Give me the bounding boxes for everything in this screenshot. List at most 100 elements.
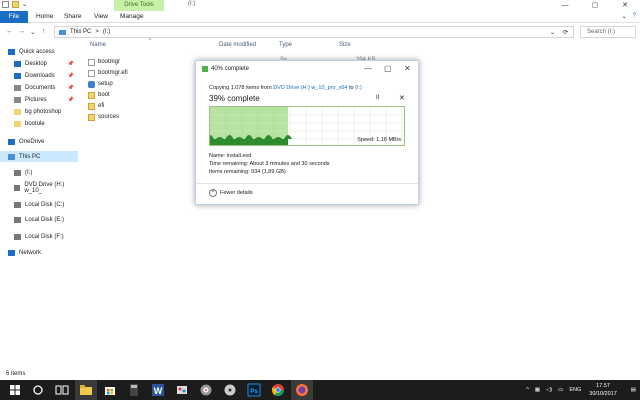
- store-icon[interactable]: [103, 383, 117, 397]
- sidebar-item-downloads[interactable]: Downloads 📌: [0, 70, 78, 81]
- copying-to: to: [347, 85, 356, 91]
- time-remaining: Time remaining: About 3 minutes and 30 s…: [209, 161, 330, 167]
- windows-start-icon[interactable]: [8, 383, 22, 397]
- file-name: setup: [98, 81, 113, 87]
- close-button[interactable]: ✕: [610, 0, 640, 11]
- speed-readout: Speed: 1,18 MB/s: [357, 137, 401, 143]
- minimize-button[interactable]: —: [550, 0, 580, 11]
- tab-home[interactable]: Home: [30, 11, 59, 23]
- pictures-icon: [14, 96, 21, 103]
- tab-view[interactable]: View: [88, 11, 114, 23]
- star-icon: [8, 48, 15, 55]
- action-center-icon[interactable]: ▤: [631, 387, 636, 393]
- breadcrumb-drive[interactable]: (I:): [103, 29, 110, 35]
- tab-share[interactable]: Share: [58, 11, 87, 23]
- network-icon: [8, 249, 15, 256]
- sidebar-item-bg-photoshop[interactable]: bg photoshop: [0, 106, 78, 117]
- folder-icon: [14, 120, 21, 127]
- column-header-name[interactable]: Name: [90, 42, 106, 48]
- destination-link[interactable]: (I:): [355, 85, 362, 91]
- drive-tools-contextual-tab: Drive Tools: [114, 0, 164, 11]
- column-header-type[interactable]: Type: [279, 42, 292, 48]
- breadcrumb-separator: >: [95, 29, 99, 35]
- file-row[interactable]: efi: [88, 101, 104, 111]
- taskbar: W Ps ^ ▦ ◁) ▭ ENG 17.57 30/10/2017 ▤: [0, 380, 640, 400]
- percent-complete: 39% complete: [209, 94, 260, 103]
- sidebar-item-this-pc[interactable]: This PC: [0, 151, 78, 162]
- window-controls: — ▢ ✕: [550, 0, 640, 11]
- disc-burn-icon[interactable]: [223, 383, 237, 397]
- sidebar-item-label: Downloads: [25, 72, 55, 79]
- breadcrumb-this-pc[interactable]: This PC: [70, 29, 91, 35]
- computer-icon: [8, 153, 15, 160]
- clock[interactable]: 17.57 30/10/2017: [589, 382, 617, 398]
- sidebar-item-local-disk-e[interactable]: Local Disk (E:): [0, 214, 78, 225]
- file-row[interactable]: sources: [88, 112, 119, 122]
- sidebar-item-onedrive[interactable]: OneDrive: [0, 136, 78, 147]
- dialog-minimize-button[interactable]: —: [364, 64, 372, 73]
- column-header-date[interactable]: Date modified: [219, 42, 256, 48]
- input-language[interactable]: ENG: [569, 387, 581, 393]
- show-hidden-icons-icon[interactable]: ^: [526, 387, 529, 393]
- maximize-button[interactable]: ▢: [580, 0, 610, 11]
- file-row[interactable]: boot: [88, 90, 110, 100]
- sidebar-item-local-disk-c[interactable]: Local Disk (C:): [0, 199, 78, 210]
- fewer-details-button[interactable]: ^ Fewer details: [209, 189, 253, 197]
- calculator-icon[interactable]: [127, 383, 141, 397]
- media-player-icon[interactable]: [199, 383, 213, 397]
- pin-icon: 📌: [67, 96, 74, 103]
- address-box[interactable]: This PC > (I:) ⌄ ⟳: [54, 26, 574, 38]
- photoshop-icon[interactable]: Ps: [247, 383, 261, 397]
- sidebar-item-label: Network: [19, 249, 42, 256]
- status-bar: 6 items: [6, 371, 26, 377]
- stop-button[interactable]: ✕: [399, 94, 405, 102]
- network-icon[interactable]: ▦: [535, 387, 540, 393]
- search-icon[interactable]: [31, 383, 45, 397]
- sidebar-item-bootule[interactable]: bootule: [0, 118, 78, 129]
- new-folder-icon[interactable]: [12, 1, 19, 8]
- chrome-icon[interactable]: [271, 383, 285, 397]
- search-input[interactable]: Search (I:): [580, 26, 636, 38]
- sidebar-item-pictures[interactable]: Pictures 📌: [0, 94, 78, 105]
- word-icon[interactable]: W: [151, 383, 165, 397]
- forward-icon[interactable]: →: [18, 28, 25, 35]
- help-icon[interactable]: ?: [633, 13, 636, 20]
- sidebar-item-network[interactable]: Network: [0, 247, 78, 258]
- file-row[interactable]: bootmgr: [88, 57, 120, 67]
- up-icon[interactable]: ↑: [42, 28, 46, 35]
- battery-icon[interactable]: ▭: [558, 387, 563, 393]
- sidebar-item-label: DVD Drive (H:) w_10_: [24, 181, 65, 194]
- tab-file[interactable]: File: [0, 11, 28, 23]
- computer-icon: [59, 29, 66, 35]
- chevron-up-icon: ^: [209, 189, 217, 197]
- file-row[interactable]: bootmgr.efi: [88, 68, 128, 78]
- volume-icon[interactable]: ◁): [546, 387, 552, 393]
- back-icon[interactable]: ←: [6, 28, 13, 35]
- customize-qat-icon[interactable]: ⌄: [22, 1, 27, 8]
- sidebar-item-label: This PC: [19, 153, 41, 160]
- dialog-maximize-button[interactable]: ▢: [384, 64, 392, 73]
- file-explorer-icon[interactable]: [79, 383, 93, 397]
- address-dropdown-icon[interactable]: ⌄: [550, 29, 555, 36]
- sidebar-item-i[interactable]: (I:): [0, 167, 78, 178]
- expand-ribbon-icon[interactable]: ⌄: [622, 13, 627, 20]
- save-icon[interactable]: [2, 1, 9, 8]
- refresh-icon[interactable]: ⟳: [563, 29, 568, 36]
- folder-icon: [88, 91, 95, 99]
- recent-locations-icon[interactable]: ⌄: [30, 28, 36, 36]
- pause-button[interactable]: II: [376, 95, 379, 101]
- sidebar-item-desktop[interactable]: Desktop 📌: [0, 58, 78, 69]
- firefox-icon[interactable]: [295, 383, 309, 397]
- tab-manage[interactable]: Manage: [114, 11, 150, 23]
- sidebar-item-dvd-drive-h-w-10[interactable]: DVD Drive (H:) w_10_: [0, 181, 78, 194]
- dialog-close-button[interactable]: ✕: [404, 64, 411, 73]
- file-row[interactable]: setup: [88, 79, 113, 89]
- paint-icon[interactable]: [175, 383, 189, 397]
- sidebar-item-quick-access[interactable]: Quick access: [0, 46, 78, 57]
- task-view-icon[interactable]: [55, 383, 69, 397]
- sidebar-item-documents[interactable]: Documents 📌: [0, 82, 78, 93]
- column-header-size[interactable]: Size: [339, 42, 351, 48]
- sidebar-item-local-disk-f[interactable]: Local Disk (F:): [0, 231, 78, 242]
- source-link[interactable]: DVD Drive (H:) w_10_pro_x64: [273, 85, 347, 91]
- fewer-details-label: Fewer details: [220, 190, 253, 196]
